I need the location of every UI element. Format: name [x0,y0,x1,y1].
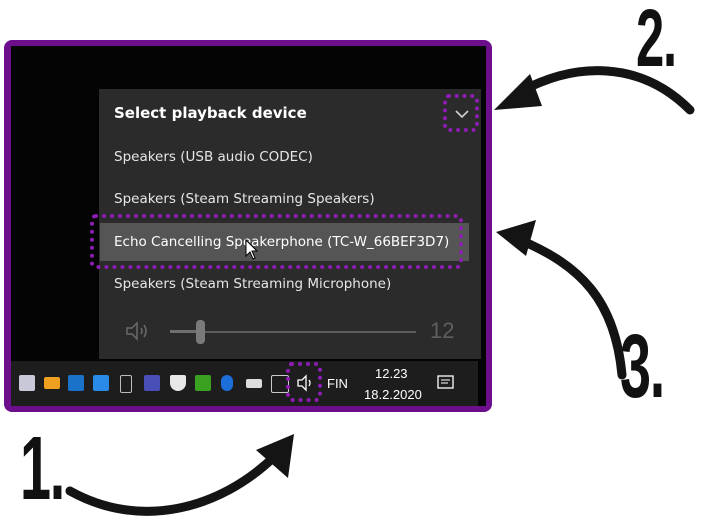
callout-step-1: 1. [20,419,65,519]
callout-step-2: 2. [636,0,677,84]
callout-arrows [65,66,695,516]
callout-step-3: 3. [620,317,665,417]
